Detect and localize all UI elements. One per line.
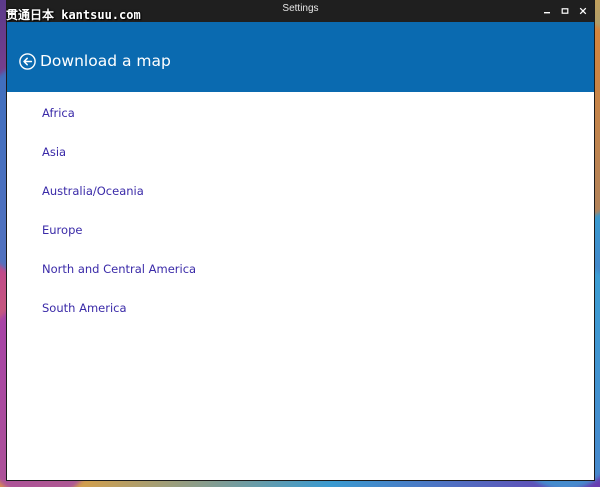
region-item-africa[interactable]: Africa bbox=[42, 106, 75, 126]
watermark: 贯通日本 kantsuu.com bbox=[6, 8, 141, 22]
minimize-button[interactable] bbox=[538, 0, 556, 22]
page-title: Download a map bbox=[40, 52, 171, 70]
region-item-europe[interactable]: Europe bbox=[42, 223, 82, 243]
caption-buttons bbox=[538, 0, 592, 22]
minimize-icon bbox=[544, 12, 550, 14]
region-item-north-central-america[interactable]: North and Central America bbox=[42, 262, 196, 282]
back-arrow-circle-icon[interactable] bbox=[19, 53, 36, 70]
settings-window: Settings Download a map Africa Asia Aust… bbox=[7, 0, 594, 480]
maximize-icon bbox=[561, 8, 569, 14]
close-icon bbox=[579, 7, 587, 15]
region-item-asia[interactable]: Asia bbox=[42, 145, 66, 165]
close-button[interactable] bbox=[574, 0, 592, 22]
desktop-background: 贯通日本 kantsuu.com Settings Download a map… bbox=[0, 0, 600, 487]
region-item-australia-oceania[interactable]: Australia/Oceania bbox=[42, 184, 144, 204]
maximize-button[interactable] bbox=[556, 0, 574, 22]
page-header: Download a map bbox=[7, 22, 594, 92]
region-item-south-america[interactable]: South America bbox=[42, 301, 127, 321]
